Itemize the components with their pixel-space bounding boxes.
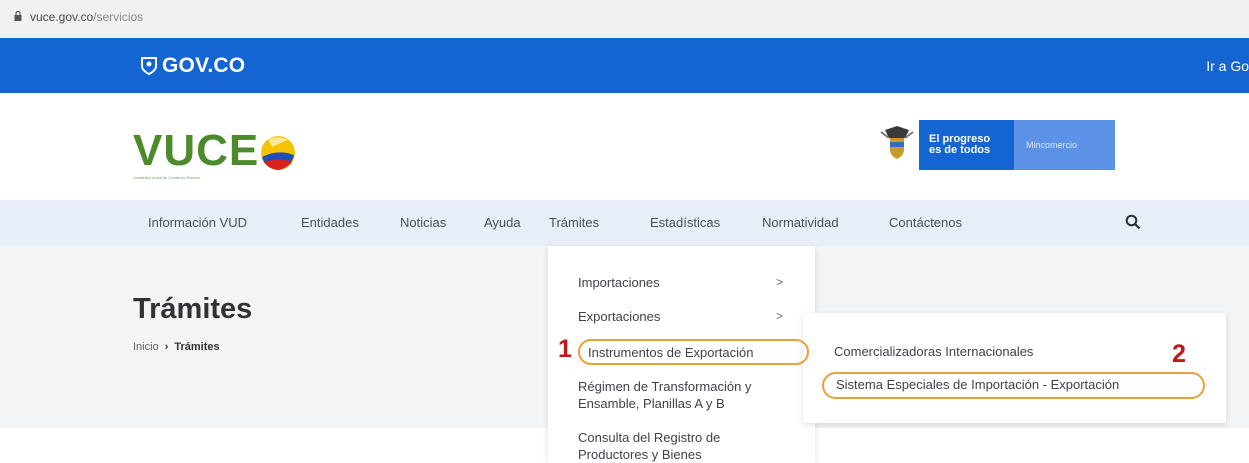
- vuce-logo-text: VUCE: [133, 126, 260, 175]
- ministry-label: Mincomercio: [1014, 120, 1115, 170]
- page-title: Trámites: [133, 293, 253, 325]
- menu-item-regimen-transformacion[interactable]: Régimen de Transformación y: [578, 378, 751, 395]
- nav-item-contactenos[interactable]: Contáctenos: [889, 215, 962, 230]
- progreso-badge: El progreso es de todos: [919, 120, 1014, 170]
- menu-item-regimen-transformacion-line2[interactable]: Ensamble, Planillas A y B: [578, 395, 725, 412]
- url-text[interactable]: vuce.gov.co/servicios: [30, 10, 143, 24]
- nav-item-tramites[interactable]: Trámites: [549, 215, 599, 230]
- vuce-globe-icon: [261, 136, 295, 170]
- govco-logo[interactable]: GOV.CO: [140, 54, 245, 78]
- step-marker-1: 1: [558, 335, 572, 363]
- govco-logo-text: GOV.CO: [162, 54, 246, 77]
- browser-url-bar[interactable]: vuce.gov.co/servicios: [0, 0, 1249, 38]
- progreso-line-2: es de todos: [929, 144, 991, 156]
- chevron-right-icon: >: [776, 309, 784, 323]
- govco-shield-icon: [141, 57, 157, 76]
- step-marker-2: 2: [1172, 340, 1186, 368]
- highlight-oval-1: [578, 339, 809, 365]
- highlight-oval-2: [822, 372, 1205, 399]
- govco-bar: GOV.CO Ir a Go: [0, 38, 1249, 93]
- government-brand[interactable]: El progreso es de todos Mincomercio: [875, 120, 1115, 170]
- url-domain: vuce.gov.co: [30, 10, 94, 24]
- instrumentos-submenu: Comercializadoras Internacionales Sistem…: [803, 313, 1226, 423]
- url-path: /servicios: [93, 10, 144, 24]
- nav-item-entidades[interactable]: Entidades: [301, 215, 359, 230]
- breadcrumb-current: Trámites: [174, 341, 220, 353]
- submenu-item-comercializadoras[interactable]: Comercializadoras Internacionales: [834, 344, 1033, 359]
- chevron-right-icon: ›: [164, 341, 169, 353]
- chevron-right-icon: >: [776, 275, 784, 289]
- main-nav: Información VUD Entidades Noticias Ayuda…: [0, 200, 1249, 246]
- menu-item-importaciones[interactable]: Importaciones: [578, 274, 660, 291]
- menu-item-consulta-registro-line2[interactable]: Productores y Bienes: [578, 446, 702, 463]
- menu-item-consulta-registro[interactable]: Consulta del Registro de: [578, 429, 720, 446]
- nav-item-ayuda[interactable]: Ayuda: [484, 215, 521, 230]
- nav-item-estadisticas[interactable]: Estadísticas: [650, 215, 720, 230]
- menu-item-exportaciones[interactable]: Exportaciones: [578, 308, 660, 325]
- search-icon[interactable]: [1125, 214, 1141, 230]
- nav-item-informacion-vud[interactable]: Información VUD: [148, 215, 247, 230]
- coat-of-arms-icon: [875, 120, 919, 170]
- vuce-logo[interactable]: VUCE Ventanilla Única de Comercio Exteri…: [133, 126, 295, 180]
- lock-icon: [14, 11, 22, 21]
- vuce-logo-tagline: Ventanilla Única de Comercio Exterior: [133, 175, 201, 180]
- nav-item-noticias[interactable]: Noticias: [400, 215, 446, 230]
- goto-govco-link[interactable]: Ir a Go: [1206, 58, 1249, 74]
- nav-item-normatividad[interactable]: Normatividad: [762, 215, 839, 230]
- breadcrumb-home[interactable]: Inicio: [133, 341, 159, 353]
- breadcrumb: Inicio › Trámites: [133, 341, 220, 353]
- site-header: VUCE Ventanilla Única de Comercio Exteri…: [0, 93, 1249, 200]
